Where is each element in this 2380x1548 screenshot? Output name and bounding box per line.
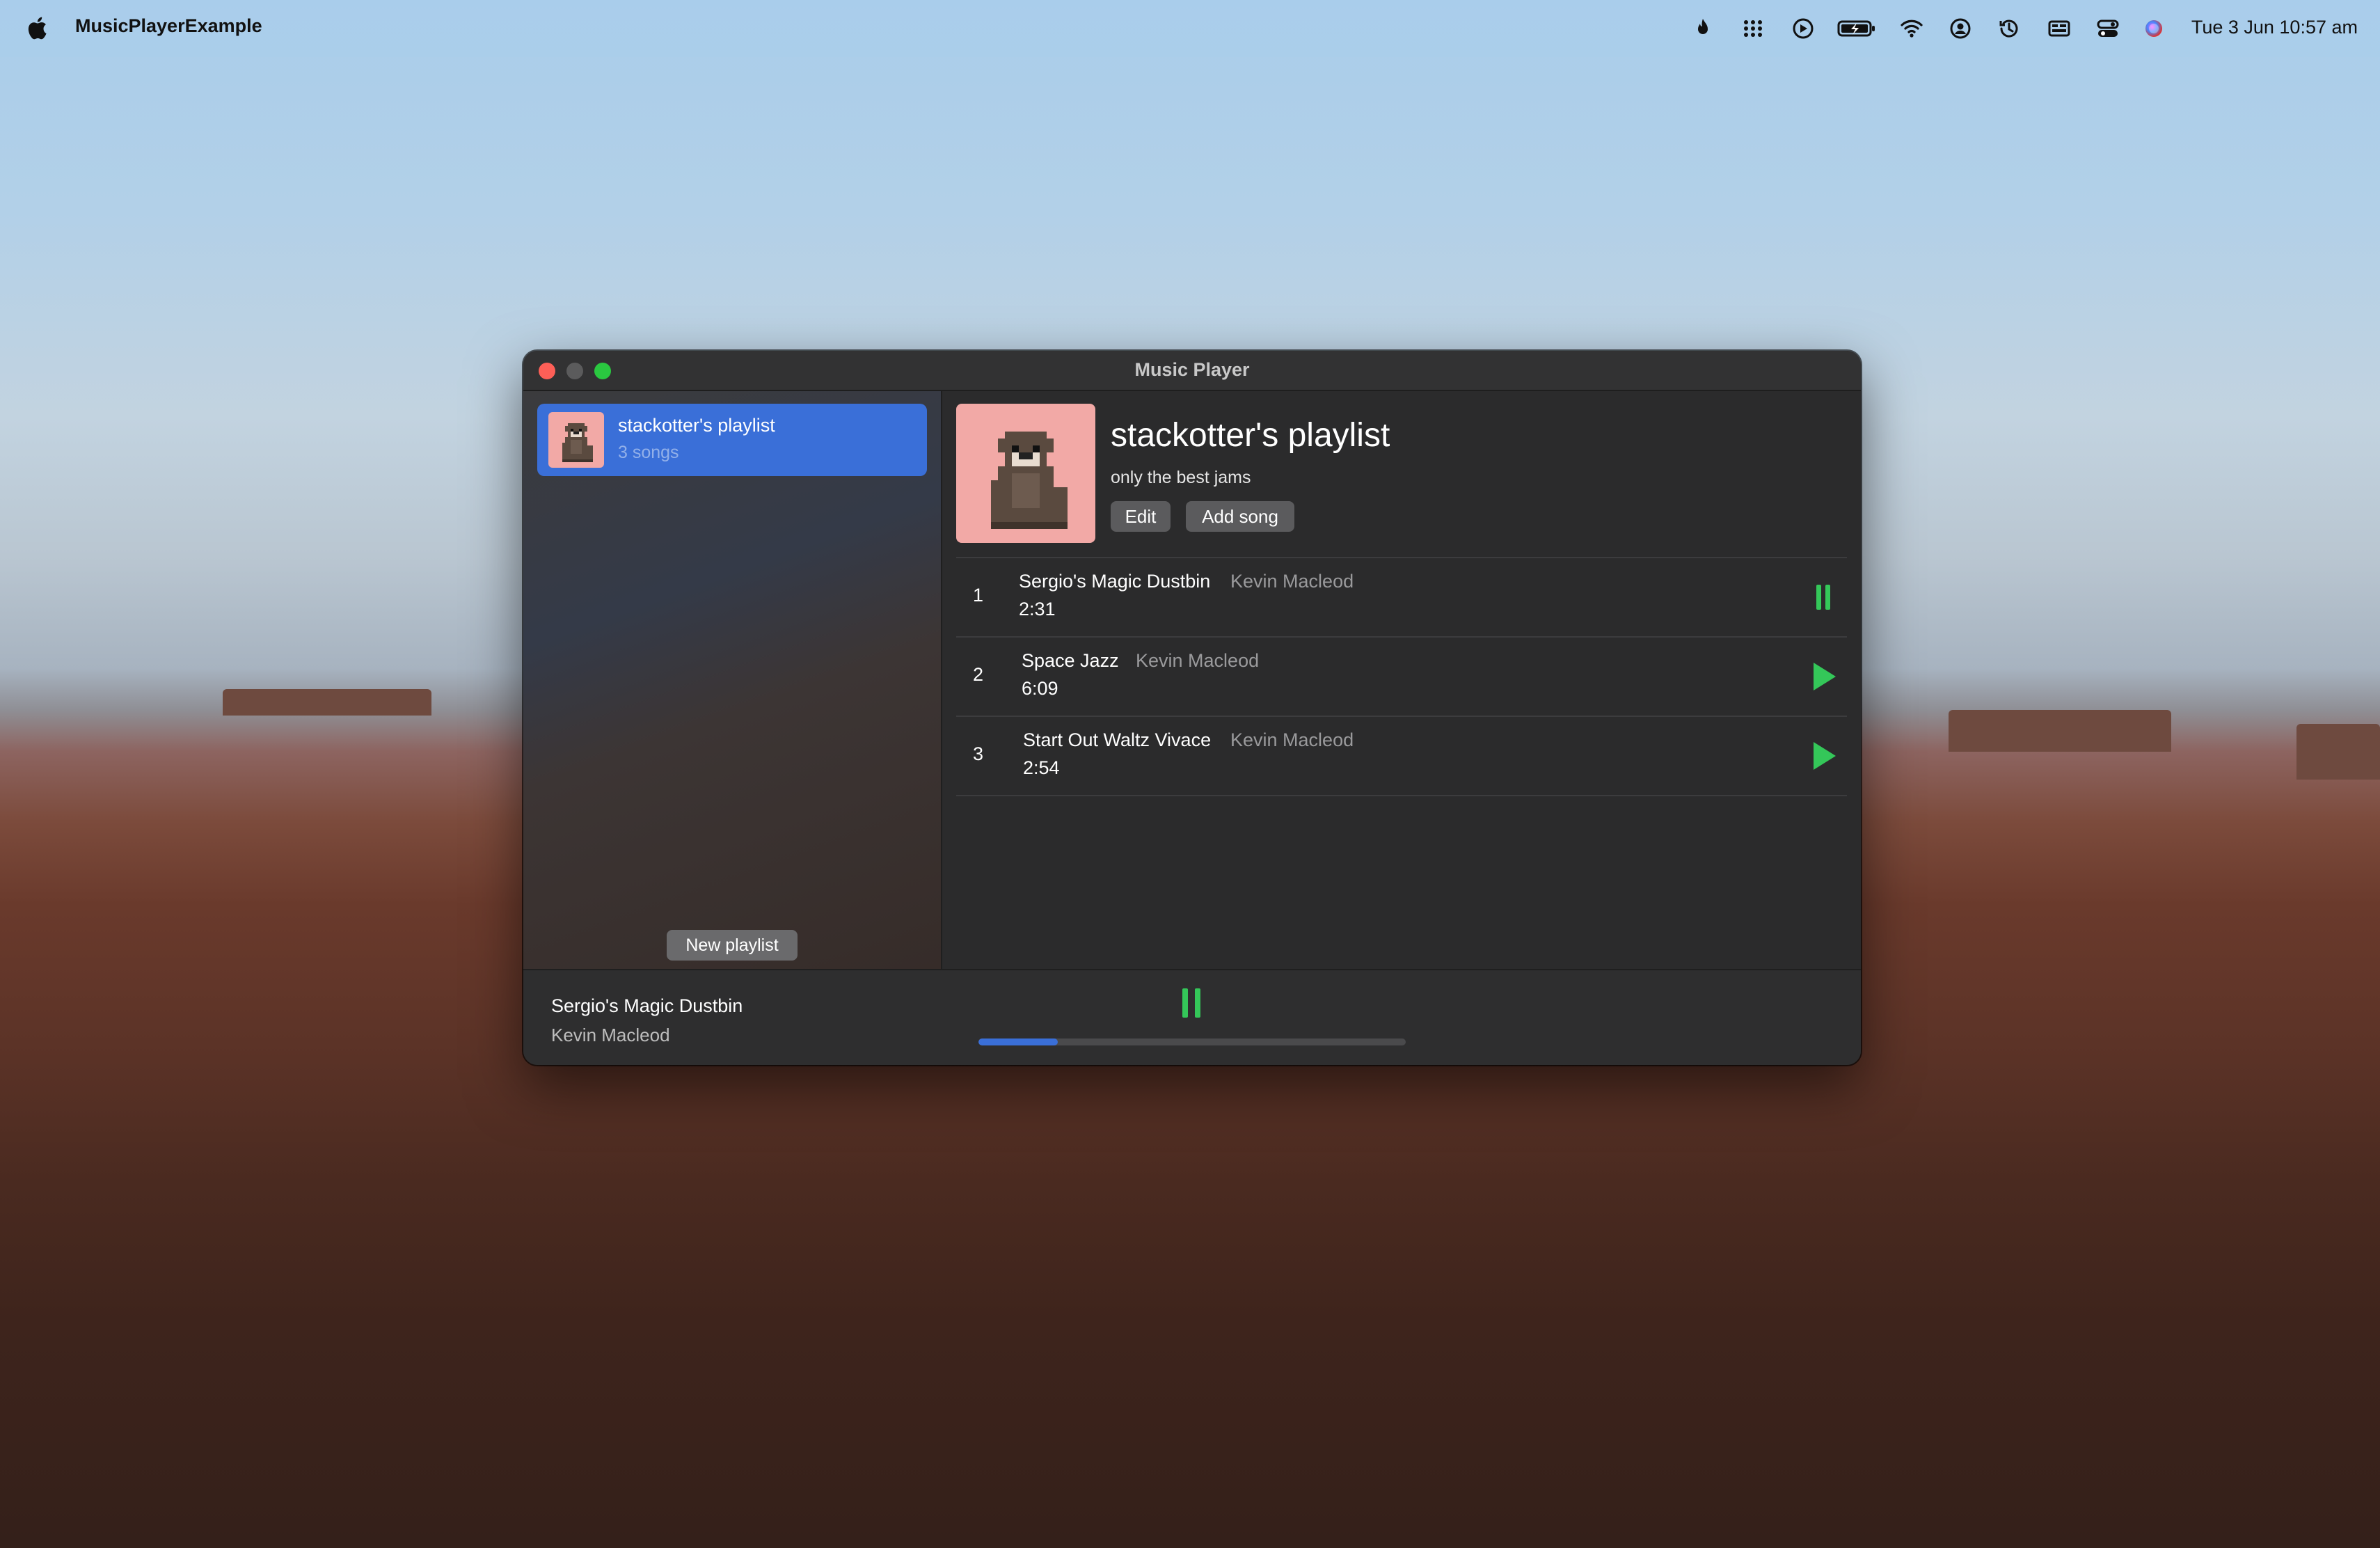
song-row[interactable]: 3 Start Out Waltz Vivace Kevin Macleod 2…: [956, 717, 1847, 795]
song-number: 1: [973, 585, 984, 606]
progress-fill: [978, 1038, 1058, 1045]
flame-icon[interactable]: [1691, 17, 1715, 40]
otter-icon: [991, 432, 1068, 529]
menubar-clock[interactable]: Tue 3 Jun 10:57 am: [2191, 17, 2358, 38]
mesa-silhouette: [2296, 724, 2380, 780]
song-title: Space Jazz: [1022, 650, 1119, 671]
mesa-silhouette: [223, 689, 431, 716]
song-number: 2: [973, 664, 984, 685]
song-artist: Kevin Macleod: [1230, 571, 1354, 592]
edit-button[interactable]: Edit: [1111, 501, 1171, 532]
playlist-cover: [956, 404, 1095, 543]
playlist-description: only the best jams: [1111, 468, 1251, 487]
app-menu-name[interactable]: MusicPlayerExample: [75, 15, 262, 37]
song-row[interactable]: 2 Space Jazz Kevin Macleod 6:09: [956, 638, 1847, 716]
song-number: 3: [973, 743, 984, 764]
title-bar[interactable]: Music Player: [523, 351, 1861, 391]
song-title: Start Out Waltz Vivace: [1023, 729, 1212, 750]
mesa-silhouette: [1949, 710, 2171, 752]
song-duration: 2:31: [1019, 599, 1056, 619]
display-icon[interactable]: [2047, 17, 2071, 40]
song-row[interactable]: 1 Sergio's Magic Dustbin Kevin Macleod 2…: [956, 558, 1847, 636]
window-title: Music Player: [1134, 359, 1250, 380]
progress-bar[interactable]: [978, 1038, 1406, 1045]
pause-icon[interactable]: [1178, 986, 1206, 1020]
new-playlist-button[interactable]: New playlist: [667, 930, 798, 961]
play-circle-icon[interactable]: [1791, 17, 1815, 40]
playlist-title: stackotter's playlist: [1111, 417, 1390, 454]
siri-icon[interactable]: [2142, 17, 2166, 40]
pause-icon[interactable]: [1805, 579, 1841, 615]
playlist-sidebar: stackotter's playlist 3 songs New playli…: [523, 391, 942, 969]
music-player-window: Music Player stackotter's playlist 3 son…: [523, 351, 1861, 1065]
play-icon[interactable]: [1805, 658, 1841, 695]
add-song-button[interactable]: Add song: [1186, 501, 1294, 532]
play-icon[interactable]: [1805, 738, 1841, 774]
sidebar-playlist-name: stackotter's playlist: [618, 415, 775, 436]
menu-bar: MusicPlayerExample Tue 3 Jun 10:57 am: [0, 0, 2380, 57]
now-playing-title: Sergio's Magic Dustbin: [551, 995, 743, 1016]
song-duration: 2:54: [1023, 757, 1060, 778]
song-artist: Kevin Macleod: [1136, 650, 1260, 671]
sidebar-item-playlist[interactable]: stackotter's playlist 3 songs: [537, 404, 927, 476]
control-center-icon[interactable]: [2096, 17, 2120, 40]
dots-grid-icon[interactable]: [1741, 17, 1765, 40]
playlist-detail: stackotter's playlist only the best jams…: [942, 391, 1861, 969]
battery-charging-icon[interactable]: [1837, 17, 1876, 40]
playlist-thumbnail: [548, 412, 604, 468]
sidebar-playlist-count: 3 songs: [618, 443, 679, 462]
now-playing-bar: Sergio's Magic Dustbin Kevin Macleod: [523, 969, 1861, 1065]
now-playing-artist: Kevin Macleod: [551, 1025, 670, 1045]
wifi-icon[interactable]: [1900, 17, 1923, 40]
song-title: Sergio's Magic Dustbin: [1019, 571, 1211, 592]
user-circle-icon[interactable]: [1949, 17, 1972, 40]
time-machine-icon[interactable]: [1997, 17, 2021, 40]
apple-icon[interactable]: [26, 15, 47, 40]
otter-icon: [562, 423, 593, 462]
divider: [956, 795, 1847, 796]
song-duration: 6:09: [1022, 678, 1058, 699]
song-artist: Kevin Macleod: [1230, 729, 1354, 750]
